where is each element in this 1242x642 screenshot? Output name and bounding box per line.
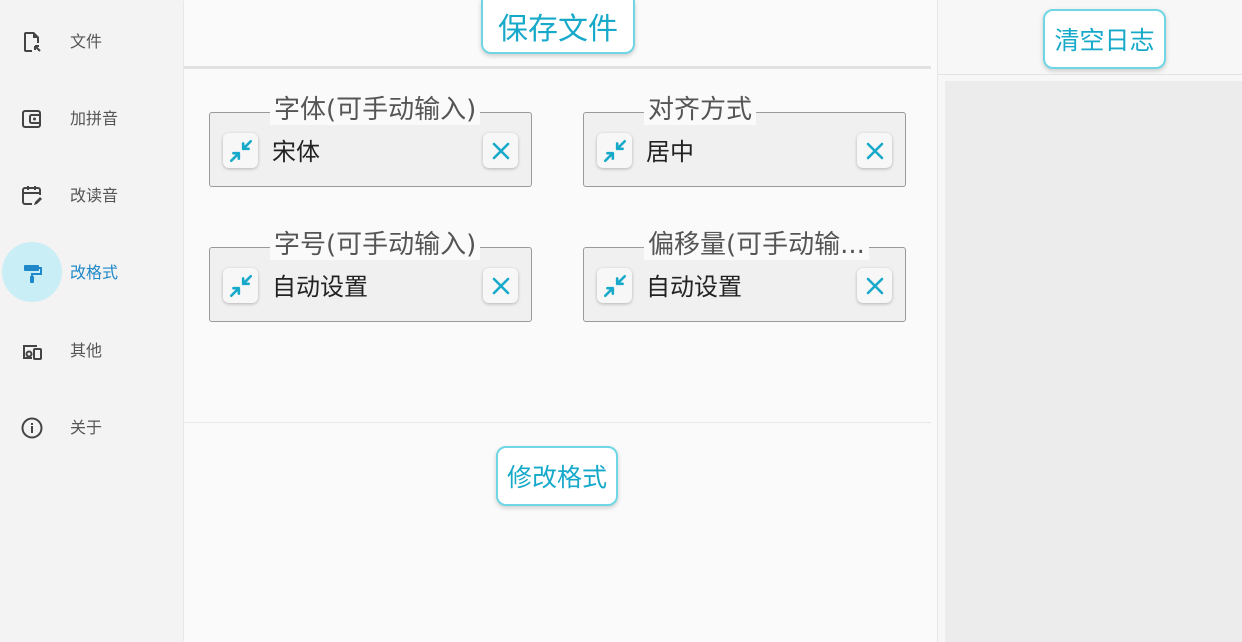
font-size-input[interactable]: [272, 268, 472, 306]
sidebar-item-change-pronunciation[interactable]: 改读音: [0, 165, 183, 227]
calendar-edit-icon: [17, 181, 47, 211]
font-field: 字体(可手动输入): [209, 95, 532, 187]
divider: [184, 66, 931, 69]
file-icon: [17, 27, 47, 57]
save-file-button[interactable]: 保存文件: [481, 0, 635, 54]
font-input[interactable]: [272, 133, 472, 171]
offset-input[interactable]: [646, 268, 846, 306]
sidebar-item-file[interactable]: 文件: [0, 11, 183, 73]
sidebar-item-label: 文件: [70, 32, 103, 51]
sidebar: 文件 加拼音 改读音 改格式 其他 关于: [0, 0, 183, 642]
log-panel: 清空日志: [937, 0, 1242, 642]
sidebar-item-label: 其他: [70, 341, 103, 360]
alignment-field-label: 对齐方式: [644, 95, 757, 125]
font-field-label: 字体(可手动输入): [270, 95, 481, 125]
devices-icon: [17, 336, 47, 366]
clear-icon[interactable]: [857, 133, 892, 168]
collapse-icon[interactable]: [223, 133, 258, 168]
font-size-field-label: 字号(可手动输入): [270, 230, 481, 260]
collapse-icon[interactable]: [223, 268, 258, 303]
alignment-field: 对齐方式: [583, 95, 906, 187]
main-panel: 保存文件 字体(可手动输入) 对齐方式 字号(可手动输入): [184, 0, 936, 642]
alignment-input[interactable]: [646, 133, 846, 171]
clear-icon[interactable]: [483, 133, 518, 168]
collapse-icon[interactable]: [597, 268, 632, 303]
clear-icon[interactable]: [483, 268, 518, 303]
font-size-field: 字号(可手动输入): [209, 230, 532, 322]
format-paint-icon: [17, 258, 47, 288]
sidebar-item-other[interactable]: 其他: [0, 320, 183, 382]
info-icon: [17, 413, 47, 443]
divider: [184, 422, 931, 423]
sidebar-item-label: 改读音: [70, 186, 119, 205]
divider: [938, 74, 1242, 75]
collapse-icon[interactable]: [597, 133, 632, 168]
sidebar-item-change-format[interactable]: 改格式: [0, 242, 183, 304]
offset-field-label: 偏移量(可手动输...: [644, 230, 869, 260]
log-output[interactable]: [945, 81, 1242, 642]
wallet-icon: [17, 104, 47, 134]
clear-log-button[interactable]: 清空日志: [1043, 9, 1166, 69]
clear-icon[interactable]: [857, 268, 892, 303]
sidebar-item-label: 加拼音: [70, 109, 119, 128]
sidebar-item-about[interactable]: 关于: [0, 397, 183, 459]
sidebar-item-label: 关于: [70, 418, 103, 437]
offset-field: 偏移量(可手动输...: [583, 230, 906, 322]
sidebar-item-label: 改格式: [70, 263, 119, 282]
modify-format-button[interactable]: 修改格式: [496, 446, 618, 506]
sidebar-item-add-pinyin[interactable]: 加拼音: [0, 88, 183, 150]
